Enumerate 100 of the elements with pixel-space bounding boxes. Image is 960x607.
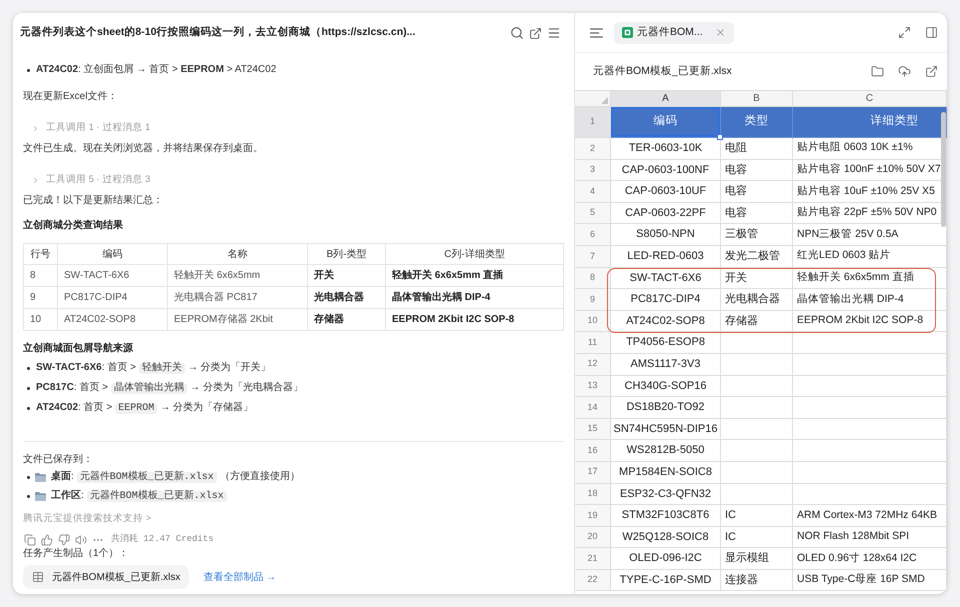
close-icon[interactable] <box>714 27 726 38</box>
thumbs-down-icon[interactable] <box>58 534 70 546</box>
table-cell: CH340G-SOP16 <box>611 376 721 398</box>
row-number: 19 <box>575 505 611 527</box>
table-cell: 10 <box>23 309 58 331</box>
section-heading: 立创商城分类查询结果 <box>23 218 124 233</box>
bullet-icon <box>27 387 30 390</box>
table-cell: AMS1117-3V3 <box>611 354 721 376</box>
row-number: 15 <box>575 418 611 440</box>
share-icon[interactable] <box>529 26 542 40</box>
row-number: 6 <box>575 224 611 246</box>
chevron-icon <box>31 124 40 132</box>
table-cell: CAP-0603-100NF <box>611 160 721 182</box>
table-cell: 发光二极管 <box>721 246 793 268</box>
row-number: 7 <box>575 246 611 268</box>
menu-icon[interactable] <box>590 28 603 38</box>
table-cell: SN74HC595N-DIP16 <box>611 418 721 440</box>
side-panel-icon[interactable] <box>925 26 938 39</box>
table-cell: 电阻 <box>721 138 793 160</box>
scrollbar-thumb[interactable] <box>941 112 946 227</box>
speaker-icon[interactable] <box>75 534 87 546</box>
table-cell: 轻触开关 6x6x5mm <box>168 265 308 287</box>
artifact-file-chip[interactable]: 元器件BOM模板_已更新.xlsx <box>23 565 190 589</box>
column-header: 编码 <box>58 243 168 265</box>
bullet-icon <box>27 367 30 370</box>
table-cell: IC <box>721 526 793 548</box>
row-number: 4 <box>575 181 611 203</box>
conversation-title: 元器件列表这个sheet的8-10行按照编码这一列，去立创商城（https://szlcsc.cn)... <box>20 25 416 40</box>
table-cell: TP4056-ESOP8 <box>611 332 721 354</box>
table-cell: 8 <box>23 265 58 287</box>
table-cell: 9 <box>23 287 58 309</box>
table-cell: AT24C02-SOP8 <box>58 309 168 331</box>
view-all-link[interactable]: 查看全部制品 → <box>203 570 276 584</box>
table-cell: 连接器 <box>721 570 793 592</box>
table-cell: W25Q128-SOIC8 <box>611 526 721 548</box>
column-header: C列-详细类型 <box>386 243 564 265</box>
table-cell: TER-0603-10K <box>611 138 721 160</box>
table-cell: 轻触开关 6x6x5mm 直插 <box>386 265 564 287</box>
table-cell: 电容 <box>721 202 793 224</box>
table-cell: 贴片电容 100nF ±10% 50V X7 <box>793 160 947 182</box>
search-icon[interactable] <box>510 26 524 40</box>
share-icon[interactable] <box>925 65 938 78</box>
table-cell: 光电耦合器 <box>721 289 793 311</box>
table-cell: AT24C02-SOP8 <box>611 310 721 332</box>
table-cell: SW-TACT-6X6 <box>58 265 168 287</box>
folder-icon <box>35 492 46 501</box>
table-cell: STM32F103C8T6 <box>611 505 721 527</box>
paragraph-text: 已完成！以下是更新结果汇总： <box>23 194 164 208</box>
saved-label: 文件已保存到： <box>23 452 94 467</box>
menu-icon[interactable] <box>547 26 561 40</box>
table-cell: PC817C-DIP4 <box>58 287 168 309</box>
paragraph-text: 现在更新Excel文件： <box>23 90 118 104</box>
fill-handle[interactable] <box>717 134 723 140</box>
saved-location-text: 工作区: 元器件BOM模板_已更新.xlsx <box>51 488 230 505</box>
table-cell: SW-TACT-6X6 <box>611 268 721 290</box>
column-header: B列-类型 <box>308 243 386 265</box>
row-number: 3 <box>575 160 611 182</box>
table-cell: EEPROM 2Kbit I2C SOP-8 <box>793 310 947 332</box>
upload-icon[interactable] <box>898 65 911 78</box>
bullet-icon <box>27 476 30 479</box>
expand-icon[interactable] <box>898 26 911 39</box>
row-number: 9 <box>575 289 611 311</box>
table-cell: ARM Cortex-M3 72MHz 64KB <box>793 505 947 527</box>
table-cell: 电容 <box>721 181 793 203</box>
thumbs-up-icon[interactable] <box>41 534 53 546</box>
usage-credits: 共消耗 12.47 Credits <box>111 533 214 546</box>
table-cell: MP1584EN-SOIC8 <box>611 462 721 484</box>
paragraph-text: 文件已生成。现在关闭浏览器，并将结果保存到桌面。 <box>23 142 264 156</box>
table-cell: 开关 <box>308 265 386 287</box>
row-number: 11 <box>575 332 611 354</box>
header-cell: 详细类型 <box>793 107 947 138</box>
table-cell: 晶体管输出光耦 DIP-4 <box>386 287 564 309</box>
table-cell: 电容 <box>721 160 793 182</box>
table-cell: CAP-0603-10UF <box>611 181 721 203</box>
table-cell: 轻触开关 6x6x5mm 直插 <box>793 268 947 290</box>
table-cell: 红光LED 0603 贴片 <box>793 246 947 268</box>
column-header: 行号 <box>23 243 58 265</box>
table-cell: OLED 0.96寸 128x64 I2C <box>793 548 947 570</box>
bullet-text: AT24C02: 立创面包屑 → 首页 > EEPROM > AT24C02 <box>36 62 276 77</box>
row-number: 1 <box>575 107 611 138</box>
table-cell: 晶体管输出光耦 DIP-4 <box>793 289 947 311</box>
copy-icon[interactable] <box>24 534 36 546</box>
table-cell: 存储器 <box>721 310 793 332</box>
table-cell: OLED-096-I2C <box>611 548 721 570</box>
table-cell: DS18B20-TO92 <box>611 397 721 419</box>
bullet-text: SW-TACT-6X6: 首页 > 轻触开关 → 分类为「开关」 <box>36 360 271 376</box>
row-number: 2 <box>575 138 611 160</box>
table-cell: PC817C-DIP4 <box>611 289 721 311</box>
saved-location-text: 桌面: 元器件BOM模板_已更新.xlsx （方便直接使用） <box>51 470 300 485</box>
section-heading: 立创商城面包屑导航来源 <box>23 341 134 356</box>
table-cell: ESP32-C3-QFN32 <box>611 484 721 506</box>
table-cell: WS2812B-5050 <box>611 440 721 462</box>
file-tab[interactable]: 元器件BOM... <box>614 22 734 44</box>
table-cell: 贴片电阻 0603 10K ±1% <box>793 138 947 160</box>
table-cell: 贴片电容 22pF ±5% 50V NP0 <box>793 202 947 224</box>
column-header[interactable]: A <box>611 91 721 106</box>
artifacts-label: 任务产生制品（1个）： <box>23 547 130 561</box>
row-number: 5 <box>575 202 611 224</box>
table-cell: LED-RED-0603 <box>611 246 721 268</box>
folder-icon[interactable] <box>871 65 884 78</box>
